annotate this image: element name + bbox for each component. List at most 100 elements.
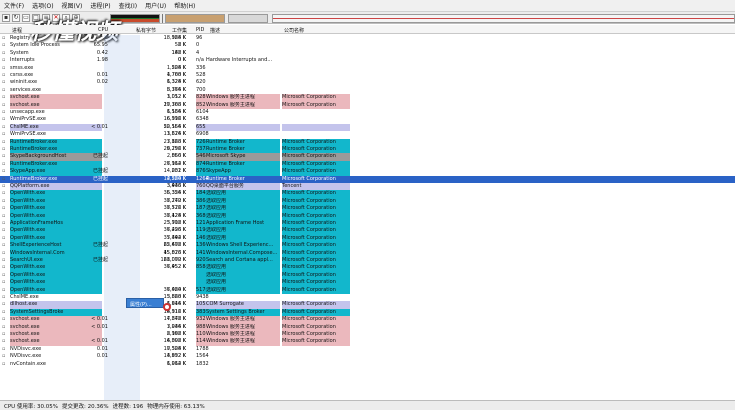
table-row[interactable]: ▫ RuntimeBroker.exe 已挂起 2,580 K 14,224 K 1264…: [0, 175, 735, 183]
process-icon: ▫: [2, 49, 6, 56]
header-description[interactable]: 描述: [210, 27, 220, 34]
process-icon: ▫: [2, 146, 6, 152]
table-row[interactable]: ▫ SearchUI.exe 已挂起 61,072 K 128,000 K 9208 Sea…: [0, 257, 735, 265]
company-name: Microsoft Corporation: [282, 249, 350, 257]
header-private-bytes[interactable]: 私有字节: [136, 27, 156, 34]
description: [206, 346, 280, 353]
cpu-value: 0.42: [96, 49, 108, 56]
company-name: Microsoft Corporation: [282, 205, 350, 213]
description: 选取应用: [206, 190, 280, 198]
table-row[interactable]: ▫ NVDisvc.exe 0.01 10,508 K 7,324 K 1788: [0, 346, 735, 353]
table-row[interactable]: ▫ nvContain.exe 1,912 K 6,064 K 1832: [0, 361, 735, 368]
table-row[interactable]: ▫ RuntimeBroker.exe 7,112 K 26,964 K 8740 Run…: [0, 160, 735, 169]
table-row[interactable]: ▫ System Idle Process 65.95 52 K8 K0: [0, 42, 735, 49]
process-icon: ▫: [2, 212, 6, 219]
header-pid[interactable]: PID: [196, 27, 204, 33]
working-set: 8,776 K: [166, 86, 186, 93]
header-process[interactable]: 进程: [12, 27, 22, 34]
table-row[interactable]: ▫ OpenWith.exe 7,392 K 35,444 K 14696 选取应用 Mic…: [0, 234, 735, 243]
table-row[interactable]: ▫ svchost.exe < 0.01 7,872 K 14,348 K 932 Wind…: [0, 316, 735, 324]
computer-icon[interactable]: ▭: [22, 13, 30, 22]
menu-users[interactable]: 用户(U): [141, 1, 170, 10]
save-icon[interactable]: ▪: [2, 13, 10, 22]
cpu-value: < 0.01: [91, 338, 108, 345]
process-icon: ▫: [2, 249, 6, 256]
menu-file[interactable]: 文件(F): [0, 1, 28, 10]
table-row[interactable]: ▫ OpenWith.exe 7,952 K 36,452 K 8584 选取应用 Micr…: [0, 264, 735, 272]
table-row[interactable]: ▫ OpenWith.exe 7,772 K 38,240 K 3864 选取应用 Micr…: [0, 197, 735, 206]
cpu-value: [78, 109, 108, 116]
working-set: 856 K: [171, 153, 186, 160]
refresh-icon[interactable]: ↻: [12, 13, 20, 22]
table-row[interactable]: ▫ OpenWith.exe 7,428 K 36,296 K 11944 选取应用 Mic…: [0, 227, 735, 235]
table-row[interactable]: ▫ services.exe 5,364 K 8,776 K 700: [0, 87, 735, 94]
table-row[interactable]: ▫ OpenWith.exe 7,424 K 36,080 K 5176 选取应用 Micr…: [0, 286, 735, 294]
table-row[interactable]: ▫ svchost.exe 2,168 K 8,992 K 1108 Windows 服务…: [0, 331, 735, 339]
menu-options[interactable]: 选项(O): [28, 1, 57, 10]
table-row[interactable]: ▫ SkypeBackgroundHost 已挂起 2,060 K 856 K 5468 M…: [0, 153, 735, 161]
table-row[interactable]: ▫ dllhost.exe 1,944 K 6,616 K 10528 COM Surro…: [0, 301, 735, 309]
table-row[interactable]: ▫ SystemSettingsBroke 4,316 K 18,912 K 3836 S…: [0, 308, 735, 317]
company-name: Microsoft Corporation: [282, 323, 350, 331]
description: System Settings Broker: [206, 308, 280, 317]
table-row[interactable]: ▫ svchost.exe < 0.01 6,008 K 14,392 K 1148 Win…: [0, 338, 735, 346]
table-row[interactable]: ▫ svchost.exe < 0.01 3,044 K 7,936 K 988 Windo…: [0, 323, 735, 331]
company-name: [282, 131, 350, 138]
working-set: 27,368 K: [163, 101, 186, 108]
process-icon: ▫: [2, 116, 6, 123]
cpu-value: [78, 220, 108, 227]
cpu-value: [78, 250, 108, 257]
table-row[interactable]: ▫ SkypeApp.exe 已挂起 14,032 K 201 K 8760 SkypeAp…: [0, 168, 735, 176]
table-row[interactable]: ▫ OpenWith.exe 6,356 K 35,324 K 1848 选取应用 Micr…: [0, 190, 735, 198]
description: Windows 服务主进程: [206, 94, 280, 102]
header-cpu[interactable]: CPU: [98, 27, 108, 33]
table-row[interactable]: ▫ OpenWith.exe 7,526 K 38,772 K 1876 选取应用 Micr…: [0, 205, 735, 213]
memory-graph[interactable]: [165, 14, 225, 23]
working-set: 6,324 K: [166, 79, 186, 86]
table-row[interactable]: ▫ System 0.42 188 K 142 K4: [0, 50, 735, 57]
process-icon: ▫: [2, 264, 6, 271]
table-row[interactable]: ▫ Registry 928 K 18,384 K 96: [0, 35, 735, 42]
company-name: [282, 116, 350, 123]
company-name: [282, 65, 350, 72]
company-name: Microsoft Corporation: [282, 197, 350, 206]
table-row[interactable]: ▫ ChsIME.exe < 0.01 22,164 K 50,556 K 6552: [0, 123, 735, 132]
table-row[interactable]: ▫ WmiPrvSE.exe 6,396 K 16,912 K 6348: [0, 116, 735, 123]
company-name: Microsoft Corporation: [282, 286, 350, 294]
table-row[interactable]: ▫ smss.exe 508 K 1,224 K 336: [0, 65, 735, 72]
process-icon: ▫: [2, 220, 6, 226]
table-row[interactable]: ▫ svchost.exe 10,708 K 27,368 K 852 Windows 服…: [0, 101, 735, 109]
menu-find[interactable]: 查找(I): [115, 1, 141, 10]
table-row[interactable]: ▫ OpenWith.exe 选取应用 Microsoft Corporation: [0, 279, 735, 287]
table-row[interactable]: ▫ NVDisvc.exe 0.01 14,892 K 3,932 K 1564: [0, 353, 735, 360]
header-working-set[interactable]: 工作集: [172, 27, 187, 34]
company-name: Microsoft Corporation: [282, 153, 350, 161]
table-row[interactable]: ▫ Interrupts 1.98 0 K0 Kn/a Hardware Interru…: [0, 57, 735, 64]
header-company[interactable]: 公司名称: [284, 27, 304, 34]
table-row[interactable]: ▫ unsecapp.exe 1,564 K 6,136 K 6104: [0, 109, 735, 116]
table-row[interactable]: ▫ RuntimeBroker.exe 6,256 K 29,792 K 7372 Run…: [0, 146, 735, 154]
menu-help[interactable]: 帮助(H): [170, 1, 199, 10]
table-row[interactable]: ▫ WindowsInternal.Com 15,028 K 45,876 K 1415…: [0, 249, 735, 257]
process-icon: ▫: [2, 72, 6, 78]
table-row[interactable]: ▫ ChsIME.exe 3,860 K 15,828 K 9438: [0, 294, 735, 301]
table-row[interactable]: ▫ OpenWith.exe 7,424 K 38,128 K 3680 选取应用 Micr…: [0, 212, 735, 220]
table-row[interactable]: ▫ csrss.exe 0.01 1,708 K 4,760 K 528: [0, 72, 735, 79]
table-row[interactable]: ▫ ApplicationFrameHos 5,908 K 23,712 K 12112…: [0, 220, 735, 228]
network-graph[interactable]: [272, 14, 735, 23]
table-row[interactable]: ▫ RuntimeBroker.exe 7,168 K 23,828 K 7268 Run…: [0, 138, 735, 146]
menu-process[interactable]: 进程(P): [86, 1, 114, 10]
menu-view[interactable]: 视图(V): [58, 1, 87, 10]
table-row[interactable]: ▫ svchost.exe 1,012 K 3,052 K 828 Windows 服务主…: [0, 94, 735, 102]
io-graph[interactable]: [228, 14, 268, 23]
cpu-value: [78, 213, 108, 220]
process-icon: ▫: [2, 183, 6, 189]
table-row[interactable]: ▫ QQPlatform.exe 3,936 K 3,448 K 7608 QQ桌面平台服…: [0, 183, 735, 191]
company-name: Microsoft Corporation: [282, 212, 350, 220]
table-row[interactable]: ▫ ShellExperienceHost 已挂起 22,672 K 65,408 K1…: [0, 242, 735, 250]
table-row[interactable]: ▫ WmiPrvSE.exe 3,676 K 11,324 K 6908: [0, 131, 735, 138]
table-row[interactable]: ▫ OpenWith.exe 选取应用 Microsoft Corporation: [0, 271, 735, 280]
context-menu-properties[interactable]: 属性(P)...: [126, 298, 164, 308]
process-table[interactable]: ▫ Registry 928 K 18,384 K 96 ▫ System Idle Pro…: [0, 35, 735, 400]
table-row[interactable]: ▫ wininit.exe 0.02 1,328 K 6,324 K 620: [0, 79, 735, 86]
